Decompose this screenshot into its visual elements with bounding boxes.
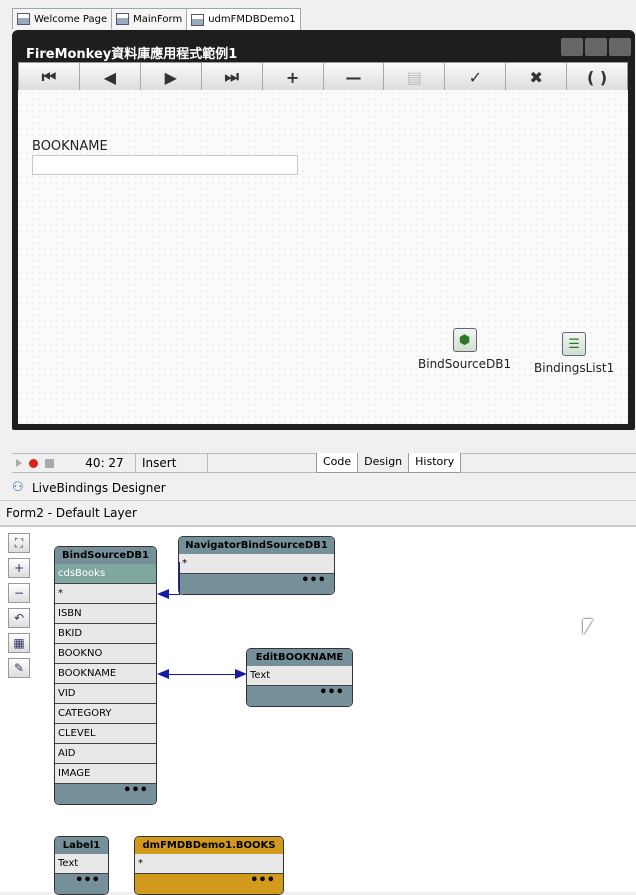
bindingslist-component[interactable]: ☰ BindingsList1 xyxy=(534,332,614,375)
datamodule-icon xyxy=(191,13,205,26)
prior-record-icon[interactable]: ◀ xyxy=(80,63,141,91)
zoom-in-icon[interactable]: + xyxy=(8,558,30,578)
livebindings-icon: ⚇ xyxy=(12,480,24,495)
form-icon xyxy=(116,13,130,25)
livebindings-title: LiveBindings Designer xyxy=(32,481,166,495)
tab-label: Welcome Page xyxy=(34,13,108,25)
tab-design[interactable]: Design xyxy=(357,453,410,473)
member-row[interactable]: * xyxy=(55,584,156,604)
member-row[interactable]: AID xyxy=(55,744,156,764)
window-buttons xyxy=(561,38,631,56)
link-bookname xyxy=(168,674,236,675)
member-row[interactable]: BOOKNAME xyxy=(55,664,156,684)
form-canvas[interactable]: BOOKNAME ⬢ BindSourceDB1 ☰ BindingsList1 xyxy=(18,90,628,424)
member-row[interactable]: cdsBooks xyxy=(55,564,156,584)
insert-record-icon[interactable]: + xyxy=(263,63,324,91)
zoom-to-fit-icon[interactable]: ⛶ xyxy=(8,533,30,553)
tab-welcome-page[interactable]: Welcome Page xyxy=(12,8,113,29)
refresh-icon[interactable]: ( ) xyxy=(567,63,627,91)
layer-bar[interactable]: Form2 - Default Layer xyxy=(0,500,636,526)
link-arrow-icon xyxy=(235,669,247,679)
member-row[interactable]: * xyxy=(179,554,334,574)
member-row[interactable]: CLEVEL xyxy=(55,724,156,744)
record-macro-icon[interactable] xyxy=(29,458,38,468)
form-title: FireMonkey資料庫應用程式範例1 xyxy=(26,47,238,62)
edit-record-icon[interactable]: ▤ xyxy=(384,63,446,91)
bind-navigator: ⏮ ◀ ▶ ⏭ + — ▤ ✓ ✖( ) xyxy=(18,62,628,92)
last-record-icon[interactable]: ⏭ xyxy=(202,63,263,91)
member-row[interactable]: IMAGE xyxy=(55,764,156,784)
bindingslist-icon: ☰ xyxy=(562,332,587,356)
maximize-button[interactable] xyxy=(585,38,607,56)
member-row[interactable]: BKID xyxy=(55,624,156,644)
tab-mainform[interactable]: MainForm xyxy=(111,8,188,29)
undo-layout-icon[interactable]: ↶ xyxy=(8,608,30,628)
box-expand-icon[interactable]: ••• xyxy=(55,874,108,894)
member-row[interactable]: VID xyxy=(55,684,156,704)
navigator-box[interactable]: NavigatorBindSourceDB1 * ••• xyxy=(178,536,335,595)
dataset-box[interactable]: dmFMDBDemo1.BOOKS * ••• xyxy=(134,836,284,895)
box-title: NavigatorBindSourceDB1 xyxy=(179,537,334,554)
box-expand-icon[interactable]: ••• xyxy=(247,686,352,706)
tab-history[interactable]: History xyxy=(408,453,462,473)
delete-record-icon[interactable]: — xyxy=(324,63,385,91)
tab-label: MainForm xyxy=(133,13,183,25)
member-row[interactable]: * xyxy=(135,854,283,874)
next-record-icon[interactable]: ▶ xyxy=(141,63,202,91)
editor-status-bar: 40: 27 Insert Code Design History xyxy=(12,453,636,473)
stop-macro-icon[interactable] xyxy=(45,458,54,468)
tab-label: udmFMDBDemo1 xyxy=(208,14,296,25)
link-arrow-icon xyxy=(157,589,169,599)
link-navigator xyxy=(179,562,180,595)
livebindings-header: ⚇ LiveBindings Designer xyxy=(12,478,166,498)
bookname-label[interactable]: BOOKNAME xyxy=(32,139,108,154)
component-label: BindingsList1 xyxy=(534,361,615,375)
bind-visually-icon[interactable]: ✎ xyxy=(8,658,30,678)
first-record-icon[interactable]: ⏮ xyxy=(19,63,80,91)
link-navigator xyxy=(168,594,180,595)
close-button[interactable] xyxy=(609,38,631,56)
member-row[interactable]: Text xyxy=(55,854,108,874)
bookname-edit[interactable] xyxy=(32,155,298,175)
designer-toolbar: ⛶ + − ↶ ▦ ✎ xyxy=(8,533,32,683)
link-arrow-icon xyxy=(157,669,169,679)
box-title: Label1 xyxy=(55,837,108,854)
zoom-out-icon[interactable]: − xyxy=(8,583,30,603)
member-row[interactable]: ISBN xyxy=(55,604,156,624)
mouse-cursor-icon xyxy=(583,619,593,635)
minimize-button[interactable] xyxy=(561,38,583,56)
box-expand-icon[interactable]: ••• xyxy=(179,574,334,594)
member-row[interactable]: BOOKNO xyxy=(55,644,156,664)
file-tabs: Welcome Page MainForm udmFMDBDemo1 xyxy=(12,8,301,30)
home-icon xyxy=(17,13,30,25)
box-title: dmFMDBDemo1.BOOKS xyxy=(135,837,283,854)
bindsource-component[interactable]: ⬢ BindSourceDB1 xyxy=(418,328,511,371)
post-record-icon[interactable]: ✓ xyxy=(445,63,507,91)
component-label: BindSourceDB1 xyxy=(418,357,512,371)
view-tabs: Code Design History xyxy=(316,453,462,473)
designed-form[interactable]: FireMonkey資料庫應用程式範例1 ⏮ ◀ ▶ ⏭ + — ▤ ✓ ✖( ) BOOKNA… xyxy=(12,30,635,430)
layer-label: Form2 - Default Layer xyxy=(6,506,137,520)
box-title: BindSourceDB1 xyxy=(55,547,156,564)
bindsource-icon: ⬢ xyxy=(452,328,477,352)
box-title: EditBOOKNAME xyxy=(247,649,352,666)
cursor-position: 40: 27 xyxy=(74,453,136,473)
member-row[interactable]: Text xyxy=(247,666,352,686)
insert-mode: Insert xyxy=(136,453,208,473)
editbookname-box[interactable]: EditBOOKNAME Text ••• xyxy=(246,648,353,707)
cancel-edit-icon[interactable]: ✖ xyxy=(506,63,568,91)
member-row[interactable]: CATEGORY xyxy=(55,704,156,724)
box-expand-icon[interactable]: ••• xyxy=(135,874,283,894)
grid-icon[interactable]: ▦ xyxy=(8,633,30,653)
play-macro-icon[interactable] xyxy=(16,459,22,467)
tab-code[interactable]: Code xyxy=(316,453,359,473)
box-expand-icon[interactable]: ••• xyxy=(55,784,156,804)
bindsource-box[interactable]: BindSourceDB1 cdsBooks * ISBN BKID BOOKNO BOO… xyxy=(54,546,157,805)
label1-box[interactable]: Label1 Text ••• xyxy=(54,836,109,895)
tab-udmfmdbdemo1[interactable]: udmFMDBDemo1 xyxy=(186,8,301,30)
